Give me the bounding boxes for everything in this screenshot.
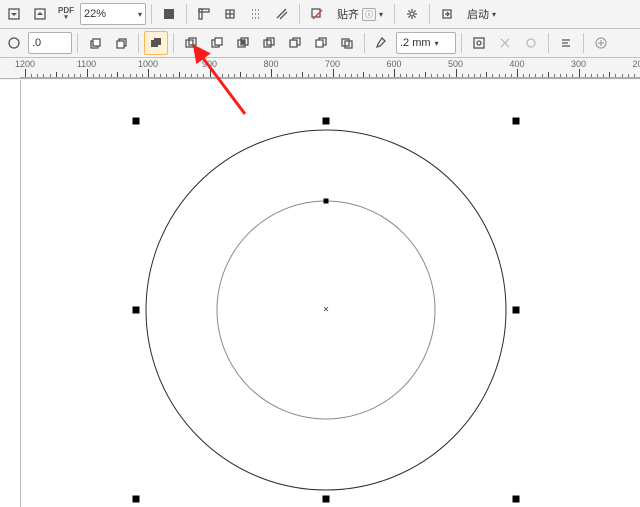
rulers-icon[interactable] bbox=[192, 2, 216, 26]
weld-button[interactable] bbox=[144, 31, 168, 55]
disabled-2-icon bbox=[519, 31, 543, 55]
separator bbox=[364, 33, 365, 53]
ellipse-tool-icon[interactable] bbox=[2, 31, 26, 55]
wrap-text-icon[interactable] bbox=[467, 31, 491, 55]
to-back-of-layer-icon[interactable] bbox=[109, 31, 133, 55]
ruler-label: 600 bbox=[386, 59, 401, 69]
back-minus-front-icon[interactable] bbox=[309, 31, 333, 55]
info-badge: ⓘ bbox=[362, 8, 376, 21]
ruler-label: 1100 bbox=[77, 59, 96, 69]
separator bbox=[173, 33, 174, 53]
selection-handle[interactable] bbox=[323, 118, 330, 125]
add-icon[interactable] bbox=[589, 31, 613, 55]
outline-pen-icon[interactable] bbox=[370, 31, 394, 55]
snap-dropdown[interactable]: 贴齐 ⓘ ▾ bbox=[331, 2, 389, 26]
selection-handle[interactable] bbox=[133, 307, 140, 314]
launch-dropdown[interactable]: 启动 ▾ bbox=[461, 2, 502, 26]
dotted-grid-icon[interactable] bbox=[244, 2, 268, 26]
separator bbox=[299, 4, 300, 24]
separator bbox=[429, 4, 430, 24]
launch-label: 启动 bbox=[467, 6, 489, 22]
separator bbox=[151, 4, 152, 24]
coordinate-input[interactable]: .0 bbox=[28, 32, 72, 54]
options-gear-icon[interactable] bbox=[400, 2, 424, 26]
selection-handle[interactable] bbox=[323, 496, 330, 503]
simplify-icon[interactable] bbox=[257, 31, 281, 55]
chevron-down-icon: ▾ bbox=[138, 10, 142, 19]
chevron-down-icon: ▾ bbox=[379, 10, 383, 19]
snap-off-icon[interactable] bbox=[305, 2, 329, 26]
coordinate-value: .0 bbox=[32, 37, 41, 49]
export-pdf-button[interactable]: PDF ▾ bbox=[54, 2, 78, 26]
separator bbox=[394, 4, 395, 24]
guides-icon[interactable] bbox=[270, 2, 294, 26]
arrow-down-icon[interactable] bbox=[2, 2, 26, 26]
launch-icon[interactable] bbox=[435, 2, 459, 26]
toolbar-top: PDF ▾ 22% ▾ 贴齐 ⓘ ▾ 启动 ▾ bbox=[0, 0, 640, 29]
boundary-icon[interactable] bbox=[335, 31, 359, 55]
separator bbox=[583, 33, 584, 53]
chevron-down-icon: ▾ bbox=[435, 39, 439, 48]
artwork bbox=[0, 80, 640, 507]
ruler-label: 700 bbox=[325, 59, 340, 69]
separator bbox=[186, 4, 187, 24]
drawing-canvas[interactable]: × bbox=[0, 80, 640, 507]
selection-handle[interactable] bbox=[133, 496, 140, 503]
ruler-label: 300 bbox=[571, 59, 586, 69]
horizontal-ruler: 120011001000900800700600500400300200 bbox=[0, 58, 640, 82]
outline-width-value: .2 mm bbox=[400, 37, 431, 49]
ruler-label: 1000 bbox=[138, 59, 158, 69]
property-bar: .0 .2 mm ▾ bbox=[0, 29, 640, 58]
disabled-1-icon bbox=[493, 31, 517, 55]
snap-label: 贴齐 bbox=[337, 6, 359, 22]
separator bbox=[461, 33, 462, 53]
to-front-of-layer-icon[interactable] bbox=[83, 31, 107, 55]
outline-width-combo[interactable]: .2 mm ▾ bbox=[396, 32, 456, 54]
zoom-combo[interactable]: 22% ▾ bbox=[80, 3, 146, 25]
selection-handle[interactable] bbox=[133, 118, 140, 125]
ruler-label: 800 bbox=[263, 59, 278, 69]
ruler-label: 400 bbox=[509, 59, 524, 69]
separator bbox=[77, 33, 78, 53]
selection-handle[interactable] bbox=[513, 496, 520, 503]
ruler-label: 200 bbox=[632, 59, 640, 69]
ruler-label: 1200 bbox=[15, 59, 35, 69]
full-screen-icon[interactable] bbox=[157, 2, 181, 26]
ruler-label: 500 bbox=[448, 59, 463, 69]
arrow-up-icon[interactable] bbox=[28, 2, 52, 26]
selection-handle[interactable] bbox=[513, 307, 520, 314]
align-icon[interactable] bbox=[554, 31, 578, 55]
grid-icon[interactable] bbox=[218, 2, 242, 26]
chevron-down-icon: ▾ bbox=[492, 10, 496, 19]
selection-handle[interactable] bbox=[513, 118, 520, 125]
selection-handle[interactable] bbox=[324, 199, 329, 204]
selection-center-icon: × bbox=[323, 305, 329, 316]
annotation-arrow bbox=[180, 42, 250, 122]
pdf-label: PDF bbox=[58, 7, 74, 14]
separator bbox=[138, 33, 139, 53]
front-minus-back-icon[interactable] bbox=[283, 31, 307, 55]
separator bbox=[548, 33, 549, 53]
zoom-value: 22% bbox=[84, 8, 134, 20]
